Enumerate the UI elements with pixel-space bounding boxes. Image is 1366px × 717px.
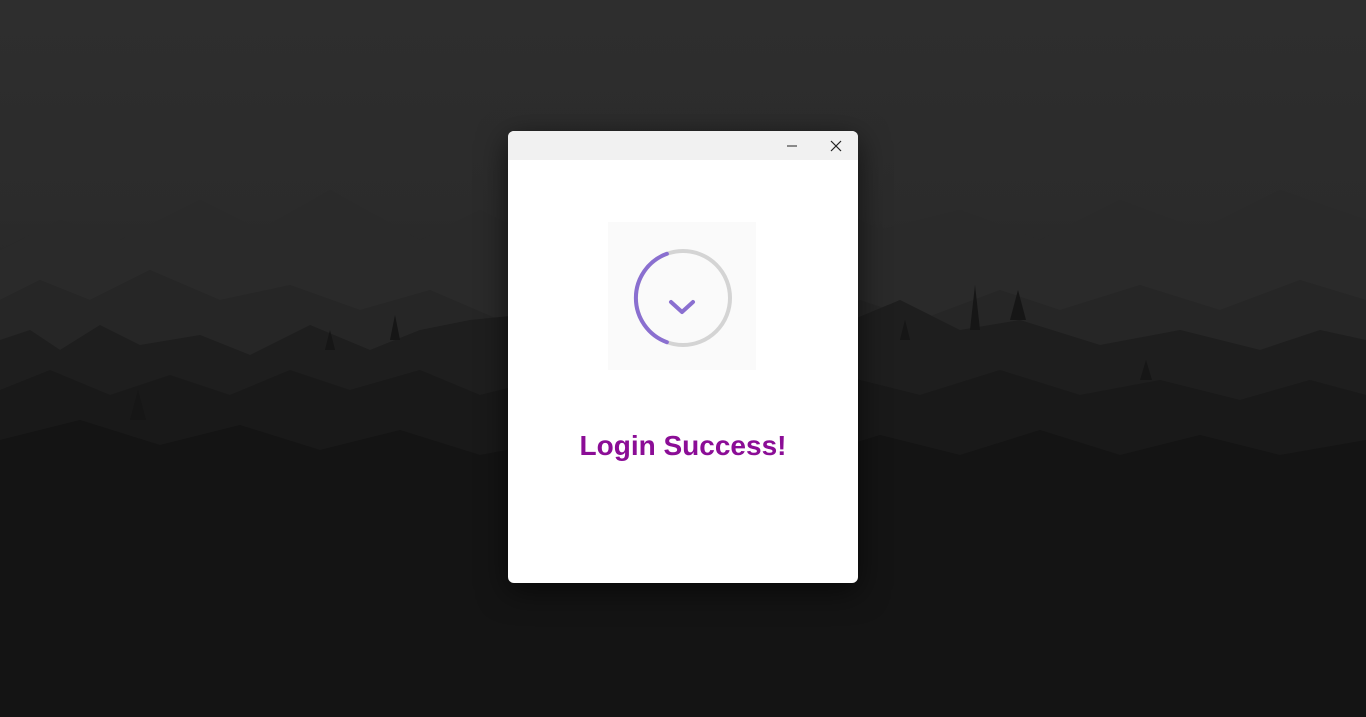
login-dialog-window: Login Success! (508, 131, 858, 583)
minimize-icon (787, 145, 797, 146)
dialog-content: Login Success! (508, 160, 858, 583)
close-icon (830, 140, 842, 151)
window-titlebar[interactable] (508, 131, 858, 160)
login-success-message: Login Success! (579, 430, 787, 461)
status-animation (608, 222, 756, 370)
minimize-button[interactable] (770, 131, 814, 160)
desktop-background: Login Success! (0, 0, 1366, 717)
check-circle-icon (633, 249, 732, 347)
close-button[interactable] (814, 131, 858, 160)
